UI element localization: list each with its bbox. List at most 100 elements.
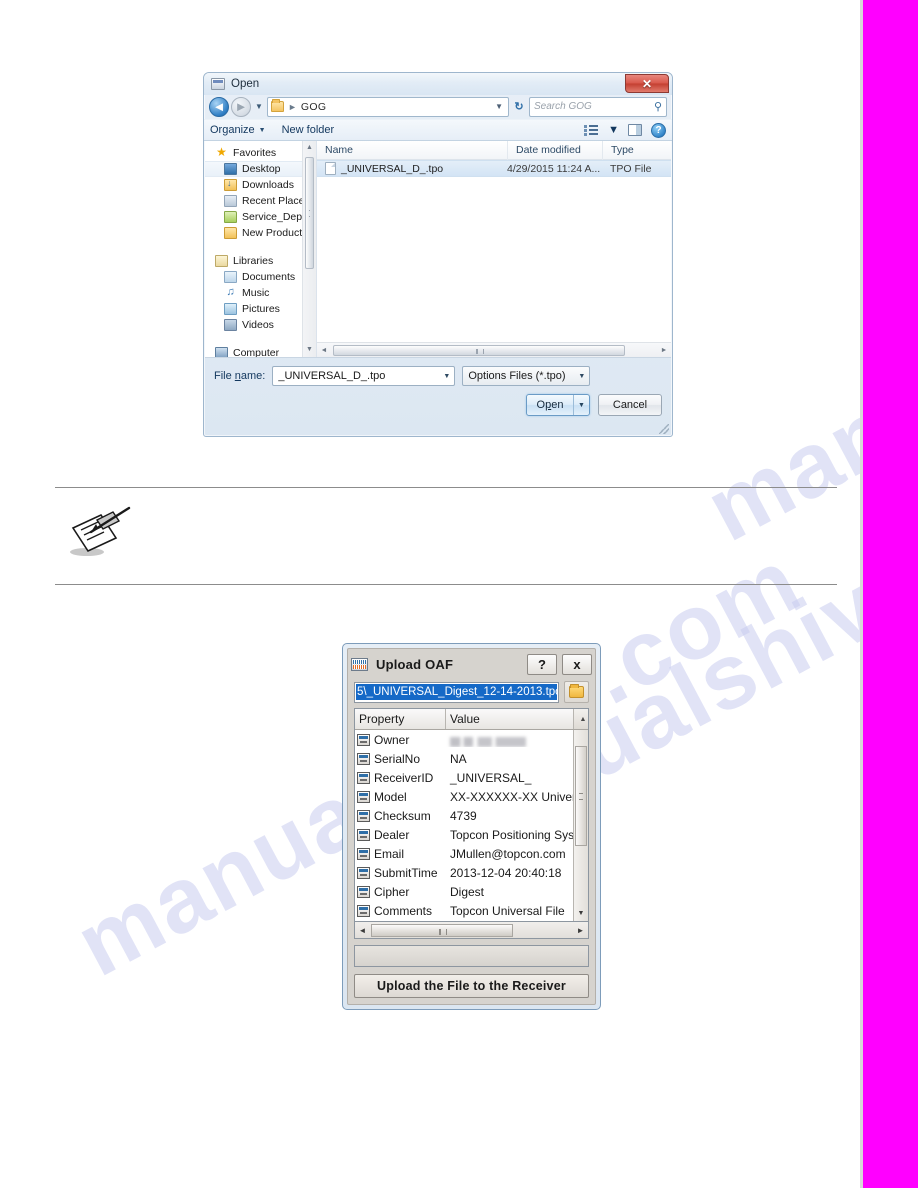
table-row[interactable]: Comments Topcon Universal File: [355, 901, 588, 920]
refresh-icon[interactable]: ↻: [511, 100, 527, 113]
sidebar-item-label: Documents: [242, 271, 296, 283]
open-button[interactable]: Op en ▼: [526, 394, 590, 416]
table-row[interactable]: Email JMullen@topcon.com: [355, 844, 588, 863]
file-name-input[interactable]: _UNIVERSAL_D_.tpo ▼: [272, 366, 456, 386]
property-name: Model: [374, 789, 407, 804]
command-bar-right: ▼ ?: [584, 122, 666, 138]
navigation-pane-scrollbar[interactable]: ▲ ▼: [302, 141, 316, 357]
sidebar-item-new-product-intro[interactable]: New Product Intro: [205, 225, 316, 241]
file-type-filter-select[interactable]: Options Files (*.tpo) ▼: [462, 366, 591, 386]
help-icon[interactable]: ?: [651, 122, 666, 138]
column-header-date-modified[interactable]: Date modified: [507, 141, 602, 160]
scroll-left-icon[interactable]: ◄: [355, 926, 370, 935]
chevron-down-icon[interactable]: ▼: [495, 102, 505, 111]
address-bar[interactable]: ► GOG ▼: [267, 96, 509, 117]
sidebar-item-label: Music: [242, 287, 270, 299]
organize-button[interactable]: Organize ▼: [210, 124, 266, 136]
scroll-up-icon[interactable]: ▲: [573, 709, 588, 729]
sidebar-item-libraries[interactable]: Libraries: [205, 253, 316, 269]
file-date-cell: 4/29/2015 11:24 A...: [507, 162, 601, 175]
scroll-right-icon[interactable]: ►: [657, 347, 671, 354]
star-icon: ★: [216, 145, 227, 159]
table-row[interactable]: Owner John Mullen: [355, 730, 588, 749]
upload-file-button[interactable]: Upload the File to the Receiver: [354, 974, 589, 998]
breadcrumb-current[interactable]: GOG: [301, 101, 326, 113]
preview-pane-icon[interactable]: [628, 124, 642, 136]
scroll-right-icon[interactable]: ►: [573, 926, 588, 935]
chevron-down-icon[interactable]: ▼: [574, 373, 589, 380]
sidebar-item-downloads[interactable]: Downloads: [205, 177, 316, 193]
upload-oaf-title: Upload OAF: [376, 656, 454, 672]
chevron-down-icon[interactable]: ▼: [608, 124, 619, 136]
file-path-input[interactable]: 5\_UNIVERSAL_Digest_12-14-2013.tpo: [354, 681, 559, 703]
scroll-down-icon[interactable]: ▼: [303, 343, 316, 357]
close-button[interactable]: ✕: [625, 74, 669, 93]
open-button-dropdown-icon[interactable]: ▼: [573, 395, 589, 415]
sidebar-item-videos[interactable]: Videos: [205, 317, 316, 333]
property-table-horizontal-scrollbar[interactable]: ◄ ►: [354, 922, 589, 939]
scrollbar-thumb[interactable]: [371, 923, 513, 937]
sidebar-item-favorites[interactable]: ★ Favorites: [205, 145, 316, 161]
column-header-property[interactable]: Property: [355, 709, 446, 729]
property-icon: [357, 847, 370, 860]
property-cell: Owner: [355, 733, 446, 747]
column-header-name[interactable]: Name: [317, 141, 507, 160]
open-file-dialog: Open ✕ ◄ ► ▼ ► GOG ▼ ↻ Search GOG ⚲ Orga…: [203, 72, 673, 437]
scroll-up-icon[interactable]: ▲: [303, 141, 316, 155]
property-cell: Email: [355, 847, 446, 861]
dialog-footer: File name: _UNIVERSAL_D_.tpo ▼ Options F…: [204, 358, 672, 416]
sidebar-item-desktop[interactable]: Desktop: [205, 161, 316, 177]
property-cell: ReceiverID: [355, 771, 446, 785]
table-row[interactable]: Dealer Topcon Positioning Syste: [355, 825, 588, 844]
sidebar-item-recent-places[interactable]: Recent Places: [205, 193, 316, 209]
scrollbar-thumb[interactable]: [305, 157, 314, 269]
view-list-icon[interactable]: [584, 124, 599, 136]
sidebar-item-pictures[interactable]: Pictures: [205, 301, 316, 317]
table-row[interactable]: Model XX-XXXXXX-XX Universi: [355, 787, 588, 806]
table-row[interactable]: Cipher Digest: [355, 882, 588, 901]
search-input[interactable]: Search GOG ⚲: [529, 96, 667, 117]
sidebar-item-music[interactable]: ♫ Music: [205, 285, 316, 301]
table-row[interactable]: _UNIVERSAL_D_.tpo 4/29/2015 11:24 A... T…: [317, 160, 671, 177]
scrollbar-track[interactable]: [370, 923, 573, 938]
close-button[interactable]: x: [562, 653, 592, 675]
folder-icon: [271, 99, 284, 112]
open-button-label: Op en: [536, 399, 564, 411]
table-row[interactable]: ReceiverID _UNIVERSAL_: [355, 768, 588, 787]
property-name: Comments: [374, 903, 433, 918]
table-row[interactable]: SerialNo NA: [355, 749, 588, 768]
column-header-type[interactable]: Type: [602, 141, 671, 160]
table-row[interactable]: SubmitTime 2013-12-04 20:40:18: [355, 863, 588, 882]
back-button[interactable]: ◄: [209, 96, 229, 117]
new-folder-button[interactable]: New folder: [282, 124, 335, 136]
file-list-horizontal-scrollbar[interactable]: ◄ ►: [317, 342, 671, 357]
scroll-down-icon[interactable]: ▼: [574, 907, 588, 921]
status-bar: [354, 945, 589, 967]
property-value: Digest: [450, 884, 485, 899]
resize-grip-icon[interactable]: [659, 424, 669, 434]
browse-button[interactable]: [564, 681, 589, 703]
pictures-icon: [224, 303, 237, 315]
sidebar-item-computer[interactable]: Computer: [205, 345, 316, 357]
recent-locations-button[interactable]: ▼: [253, 97, 265, 117]
scrollbar-track[interactable]: [331, 344, 657, 357]
property-name: SerialNo: [374, 751, 421, 766]
chevron-down-icon[interactable]: ▼: [439, 373, 454, 380]
column-header-value[interactable]: Value: [446, 709, 573, 729]
property-table-scrollbar[interactable]: ▼: [573, 730, 588, 921]
table-row[interactable]: Checksum 4739: [355, 806, 588, 825]
scroll-left-icon[interactable]: ◄: [317, 347, 331, 354]
recent-places-icon: [224, 195, 237, 207]
forward-button[interactable]: ►: [231, 96, 251, 117]
scrollbar-thumb[interactable]: [575, 746, 587, 846]
help-button[interactable]: ?: [527, 653, 557, 675]
cancel-button[interactable]: Cancel: [598, 394, 662, 416]
property-name: Owner: [374, 732, 410, 747]
sidebar-item-label: Videos: [242, 319, 274, 331]
file-path-row: 5\_UNIVERSAL_Digest_12-14-2013.tpo: [354, 681, 589, 703]
sidebar-item-service-dept[interactable]: Service_Dept (tps: [205, 209, 316, 225]
property-cell: Dealer: [355, 828, 446, 842]
scrollbar-thumb[interactable]: [333, 344, 625, 356]
sidebar-item-documents[interactable]: Documents: [205, 269, 316, 285]
